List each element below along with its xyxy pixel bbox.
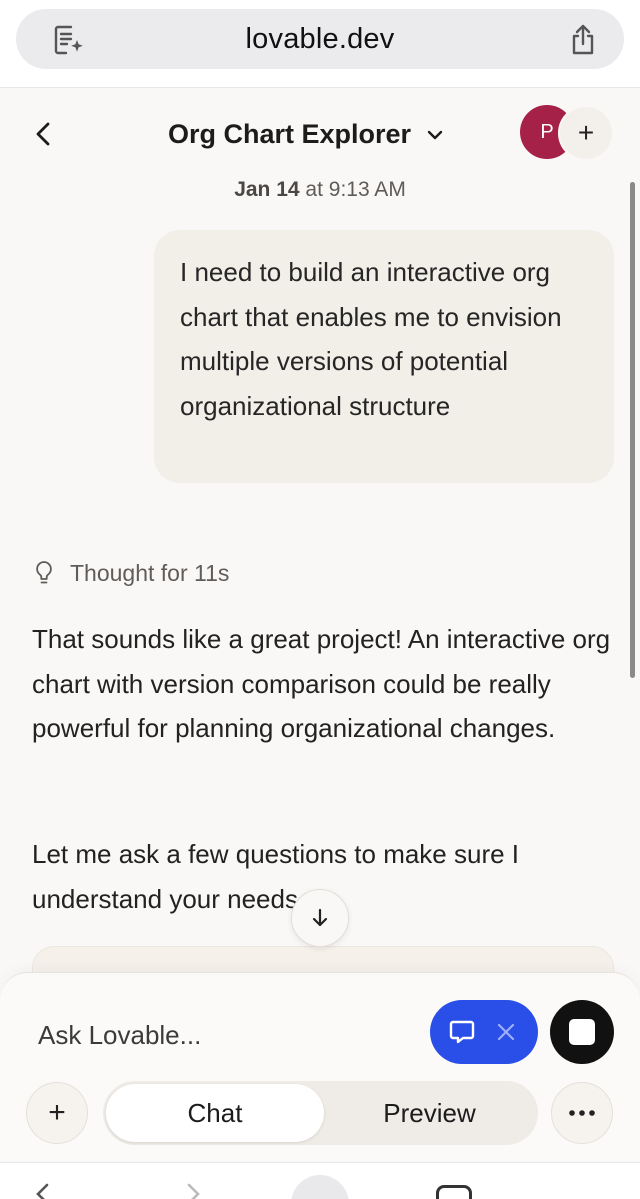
user-message-bubble: I need to build an interactive org chart… bbox=[154, 230, 614, 483]
url-text[interactable]: lovable.dev bbox=[246, 23, 395, 56]
stop-button[interactable] bbox=[550, 1000, 614, 1064]
view-mode-switch: Chat Preview bbox=[103, 1081, 538, 1145]
browser-back-icon[interactable] bbox=[30, 1181, 56, 1199]
speech-bubble-icon[interactable] bbox=[448, 1018, 476, 1046]
add-attachment-button[interactable]: + bbox=[26, 1082, 88, 1144]
reader-sparkle-icon[interactable] bbox=[51, 23, 85, 57]
timestamp-date: Jan 14 bbox=[234, 178, 300, 201]
app-header: Org Chart Explorer P + bbox=[0, 88, 640, 180]
tab-chat[interactable]: Chat bbox=[106, 1084, 324, 1142]
scrollbar[interactable] bbox=[630, 182, 635, 678]
more-options-button[interactable] bbox=[551, 1082, 613, 1144]
close-icon[interactable] bbox=[496, 1022, 516, 1042]
browser-bottom-toolbar bbox=[0, 1162, 640, 1199]
lightbulb-icon bbox=[36, 561, 52, 584]
browser-top-bar: lovable.dev bbox=[0, 0, 640, 88]
ask-input[interactable] bbox=[38, 1017, 408, 1053]
collaborators: P + bbox=[520, 105, 616, 161]
timestamp-time: at 9:13 AM bbox=[299, 178, 406, 201]
chevron-left-icon[interactable] bbox=[28, 118, 60, 150]
project-title-dropdown[interactable]: Org Chart Explorer bbox=[168, 114, 445, 154]
ellipsis-icon bbox=[569, 1110, 595, 1116]
stop-icon bbox=[569, 1019, 595, 1045]
add-collaborator-button[interactable]: + bbox=[558, 105, 614, 161]
chat-mode-toggle[interactable] bbox=[430, 1000, 538, 1064]
message-timestamp: Jan 14 at 9:13 AM bbox=[0, 178, 640, 202]
share-icon[interactable] bbox=[566, 23, 600, 57]
browser-forward-icon[interactable] bbox=[180, 1181, 206, 1199]
arrow-down-icon bbox=[312, 908, 328, 927]
tabs-icon[interactable] bbox=[436, 1185, 472, 1199]
scroll-to-bottom-button[interactable] bbox=[291, 889, 349, 947]
new-tab-button[interactable] bbox=[291, 1175, 349, 1199]
app-page: lovable.dev Org Chart Explorer P + Jan 1… bbox=[0, 0, 640, 1199]
thought-label[interactable]: Thought for 11s bbox=[70, 560, 229, 587]
chevron-down-icon[interactable] bbox=[425, 125, 445, 145]
thought-indicator[interactable]: Thought for 11s bbox=[34, 558, 229, 588]
assistant-message-paragraph: That sounds like a great project! An int… bbox=[32, 624, 611, 743]
page-title[interactable]: Org Chart Explorer bbox=[168, 119, 411, 150]
tab-preview[interactable]: Preview bbox=[324, 1084, 535, 1142]
composer: + Chat Preview bbox=[0, 972, 640, 1162]
address-bar[interactable]: lovable.dev bbox=[16, 9, 624, 69]
